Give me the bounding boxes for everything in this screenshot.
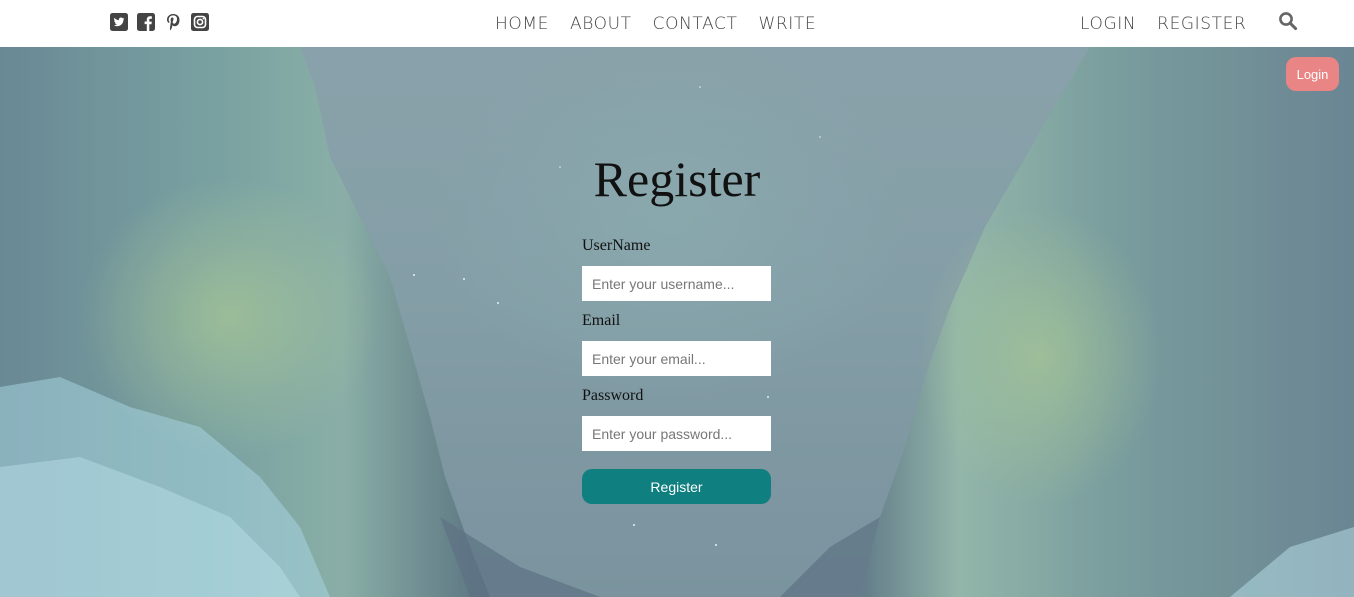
twitter-icon[interactable] xyxy=(110,13,128,31)
search-icon[interactable] xyxy=(1278,11,1298,31)
instagram-icon[interactable] xyxy=(191,13,209,31)
nav-register[interactable]: REGISTER xyxy=(1157,14,1246,34)
email-label: Email xyxy=(582,312,621,329)
register-submit-button[interactable]: Register xyxy=(582,469,771,504)
password-input[interactable] xyxy=(582,416,771,451)
username-label: UserName xyxy=(582,237,651,254)
nav-about[interactable]: ABOUT xyxy=(570,14,632,34)
top-navbar: HOME ABOUT CONTACT WRITE LOGIN REGISTER xyxy=(0,0,1354,47)
nav-write[interactable]: WRITE xyxy=(758,14,816,34)
main-nav: HOME ABOUT CONTACT WRITE xyxy=(495,0,837,47)
auth-nav: LOGIN REGISTER xyxy=(1080,0,1267,47)
nav-login[interactable]: LOGIN xyxy=(1080,14,1136,34)
social-links xyxy=(110,12,218,32)
username-input[interactable] xyxy=(582,266,771,301)
pinterest-icon[interactable] xyxy=(164,13,182,31)
floating-login-button[interactable]: Login xyxy=(1286,57,1339,91)
register-form: UserName Email Password Register xyxy=(582,236,771,504)
nav-home[interactable]: HOME xyxy=(495,14,549,34)
email-input[interactable] xyxy=(582,341,771,376)
register-title: Register xyxy=(593,151,761,207)
facebook-icon[interactable] xyxy=(137,13,155,31)
password-label: Password xyxy=(582,387,644,404)
nav-contact[interactable]: CONTACT xyxy=(653,14,738,34)
